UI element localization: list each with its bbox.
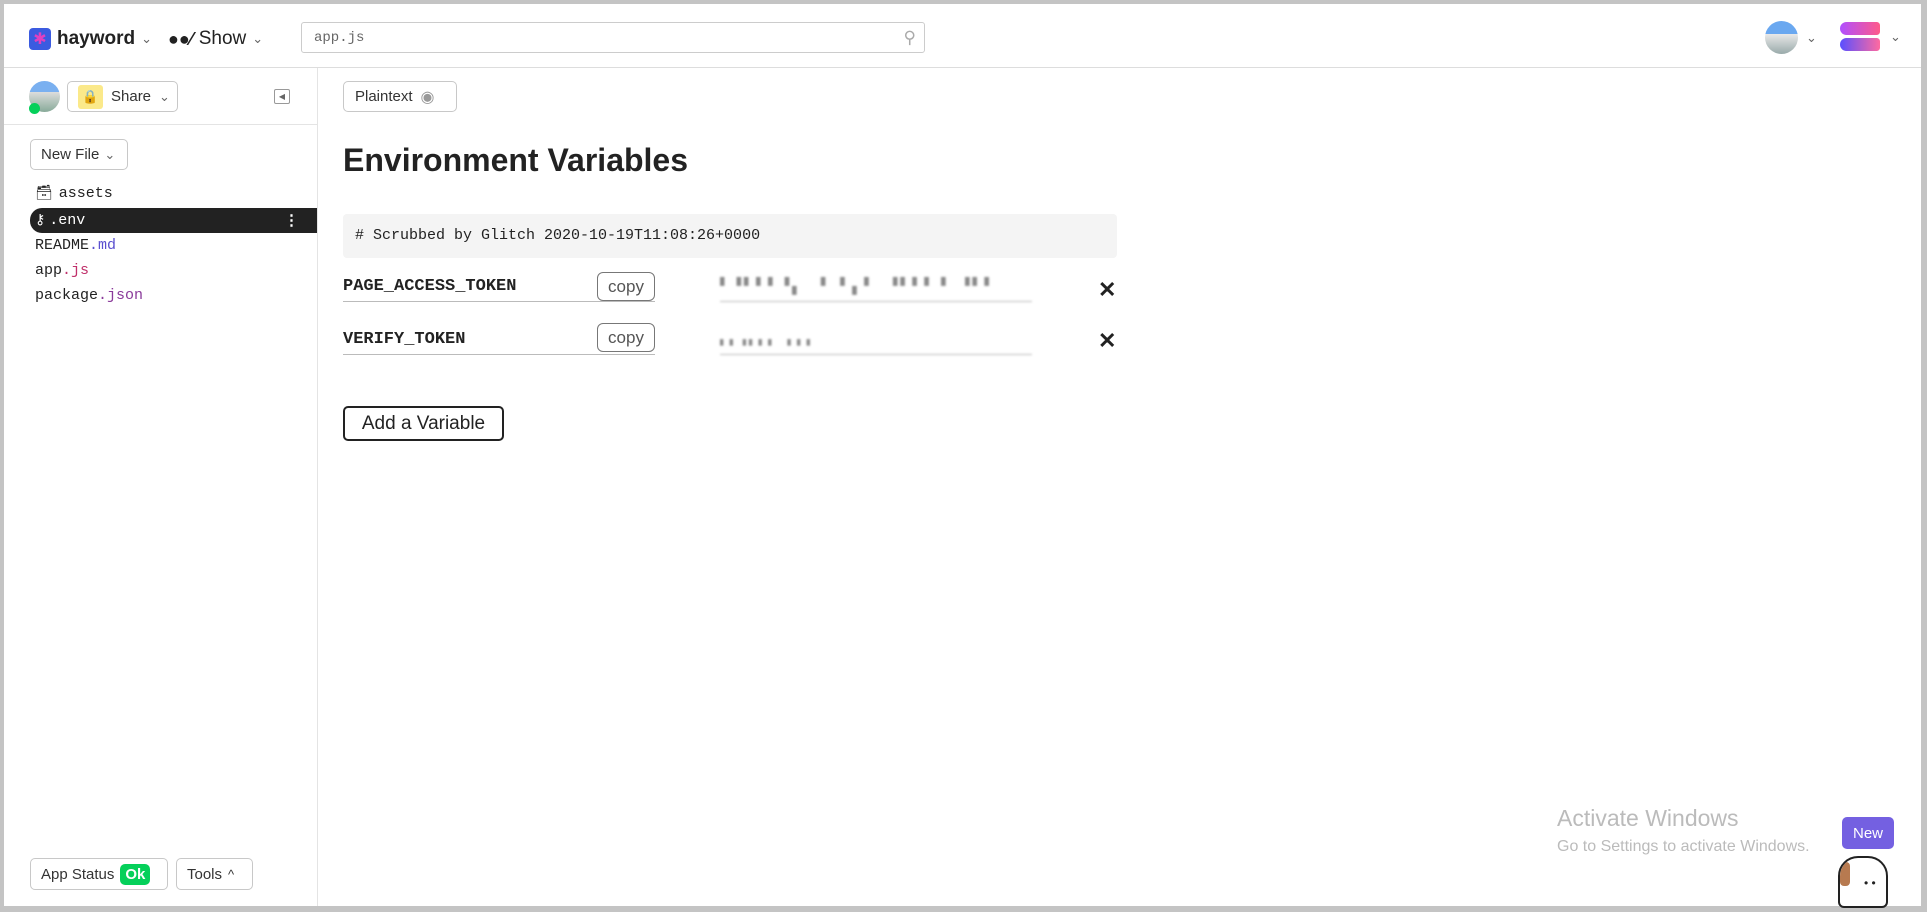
fish-logo-icon [1840,22,1880,52]
remove-variable-button[interactable]: ✕ [1098,277,1116,303]
project-avatar[interactable] [29,81,60,114]
status-badge: Ok [120,863,151,885]
page-title: Environment Variables [343,142,689,178]
new-file-button[interactable]: New File ⌄ [30,139,128,170]
glitch-menu[interactable]: ⌄ [1840,22,1901,52]
search-icon: ⚲ [903,27,916,47]
lock-icon: 🔒 [78,84,103,109]
plaintext-label: Plaintext [355,88,413,105]
file-readme[interactable]: README .md [30,233,317,258]
remove-variable-button[interactable]: ✕ [1098,328,1116,354]
show-label: Show [198,28,247,49]
app-status-label: App Status [41,865,115,883]
file-name: app [35,262,63,279]
search-input[interactable]: app.js ⚲ [301,22,925,53]
new-file-label: New File [41,146,100,163]
project-menu[interactable]: ✱ hayword ⌄ [29,28,152,50]
file-ext: .md [89,237,117,254]
file-env[interactable]: ⚷ .env ⋮ [30,208,317,233]
chevron-down-icon: ⌄ [141,31,153,46]
activate-windows-subtitle: Go to Settings to activate Windows. [1557,838,1810,855]
sidebar-divider [317,68,318,906]
online-indicator [29,103,40,114]
window-frame [1921,0,1927,912]
copy-button[interactable]: copy [597,272,655,301]
chevron-down-icon: ⌄ [252,31,264,46]
file-assets[interactable]: 🗃 assets [30,181,317,206]
show-menu[interactable]: ●●⁄ Show ⌄ [168,28,263,50]
collapse-sidebar-button[interactable]: ◀ [274,89,290,104]
archive-icon: 🗃 [35,186,53,202]
file-name: .env [49,212,86,229]
chevron-down-icon: ⌄ [1806,29,1817,45]
user-avatar [1765,21,1798,54]
glasses-icon: ●●⁄ [168,28,193,49]
file-name: assets [58,185,113,202]
app-status-button[interactable]: App Status Ok [30,858,168,890]
eye-icon: ◉ [420,88,435,106]
top-header [4,4,1921,68]
variable-value-input[interactable]: ▖▖▗▖▖▖ ▖▖▖ [720,325,1032,355]
chevron-down-icon: ⌄ [1890,29,1901,44]
share-label: Share [111,88,152,105]
chevron-down-icon: ⌄ [159,88,170,104]
activate-windows-title: Activate Windows [1557,805,1739,831]
window-frame [0,906,1927,912]
add-variable-button[interactable]: Add a Variable [343,406,504,441]
file-ext: .json [98,287,144,304]
new-badge[interactable]: New [1842,817,1894,849]
more-options-icon[interactable]: ⋮ [284,211,299,230]
share-button[interactable]: 🔒 Share ⌄ [67,81,178,112]
file-package-json[interactable]: package .json [30,283,317,308]
project-logo-icon: ✱ [29,28,51,50]
plaintext-toggle[interactable]: Plaintext ◉ [343,81,457,112]
file-name: README [35,237,90,254]
project-name: hayword [57,28,136,49]
user-menu[interactable]: ⌄ [1765,21,1817,54]
chevron-up-icon: ^ [228,866,235,882]
chevron-down-icon: ⌄ [104,146,116,162]
copy-button[interactable]: copy [597,323,655,352]
file-ext: .js [62,262,90,279]
env-comment: # Scrubbed by Glitch 2020-10-19T11:08:26… [343,214,1117,258]
search-value: app.js [314,29,365,46]
dog-mascot-icon[interactable]: • • [1838,856,1888,908]
tools-button[interactable]: Tools ^ [176,858,253,890]
sidebar-header-divider [4,124,317,125]
variable-value-input[interactable]: ▘▝▘▘▘▝▖ ▝ ▘▖▘ ▝▘▘▘▝ ▝▘▘ [720,272,1032,302]
key-icon: ⚷ [35,213,46,229]
file-app-js[interactable]: app .js [30,258,317,283]
file-name: package [35,287,99,304]
tools-label: Tools [187,865,223,883]
window-frame [0,0,4,912]
